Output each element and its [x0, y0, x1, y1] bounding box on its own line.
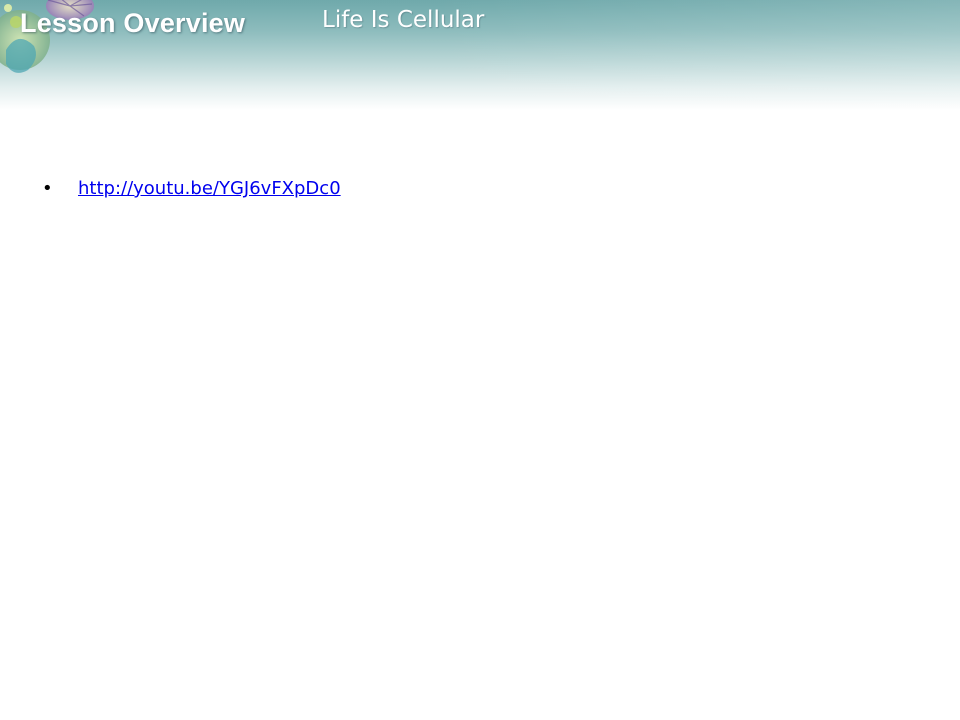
slide-title: Life Is Cellular: [322, 7, 485, 33]
lesson-overview-label: Lesson Overview: [20, 8, 246, 38]
bullet-list: • http://youtu.be/YGJ6vFXpDc0: [40, 174, 341, 204]
slide: Lesson Overview Life Is Cellular • http:…: [0, 0, 960, 720]
video-link[interactable]: http://youtu.be/YGJ6vFXpDc0: [78, 178, 341, 199]
bullet-icon: •: [42, 178, 53, 199]
list-item: • http://youtu.be/YGJ6vFXpDc0: [40, 174, 341, 204]
